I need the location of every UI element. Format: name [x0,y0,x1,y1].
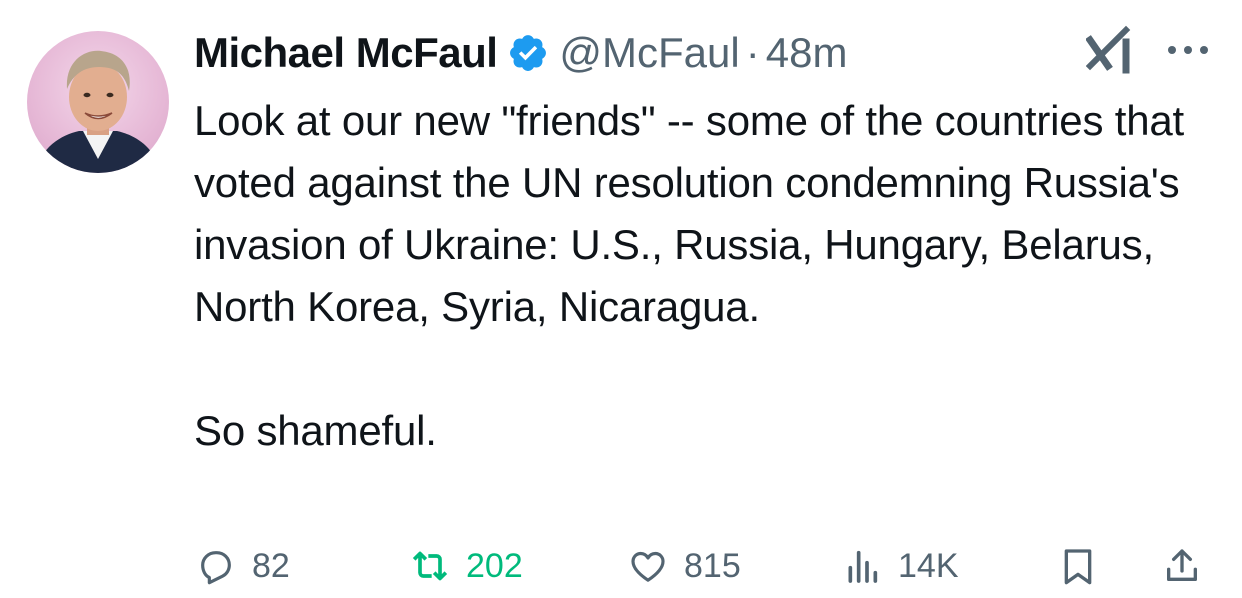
share-icon [1167,549,1197,581]
tweet-text-main: Look at our new "friends" -- some of the… [194,97,1184,330]
retweet-icon [412,551,448,581]
tweet-header: Michael McFaul @McFaul · 48m [194,28,847,78]
tweet-timestamp[interactable]: 48m [766,29,848,77]
tweet-text-closing: So shameful. [194,407,437,454]
verified-badge-icon [510,35,547,71]
tweet[interactable]: Michael McFaul @McFaul · 48m Look at our… [0,0,1242,585]
avatar-image [35,50,161,173]
retweet-button[interactable]: 202 [410,538,523,594]
views-count: 14K [898,546,959,585]
retweet-count: 202 [466,546,523,585]
tweet-text: Look at our new "friends" -- some of the… [194,90,1224,462]
separator-dot: · [745,29,760,76]
like-button[interactable]: 815 [628,538,741,594]
bookmark-button[interactable] [1058,538,1114,594]
author-name[interactable]: Michael McFaul [194,29,498,77]
more-icon[interactable] [1166,42,1210,58]
avatar[interactable] [27,31,169,173]
reply-icon [201,551,231,585]
bookmark-icon [1064,549,1092,585]
views-icon [848,550,878,583]
reply-count: 82 [252,546,290,585]
views-button[interactable]: 14K [842,538,959,594]
author-handle[interactable]: @McFaul [559,29,739,77]
share-button[interactable] [1162,538,1218,594]
tweet-actions: 82 202 815 14K [0,538,1242,598]
reply-button[interactable]: 82 [196,538,290,594]
like-count: 815 [684,546,741,585]
grok-icon[interactable] [1086,22,1138,78]
like-icon [631,551,665,582]
